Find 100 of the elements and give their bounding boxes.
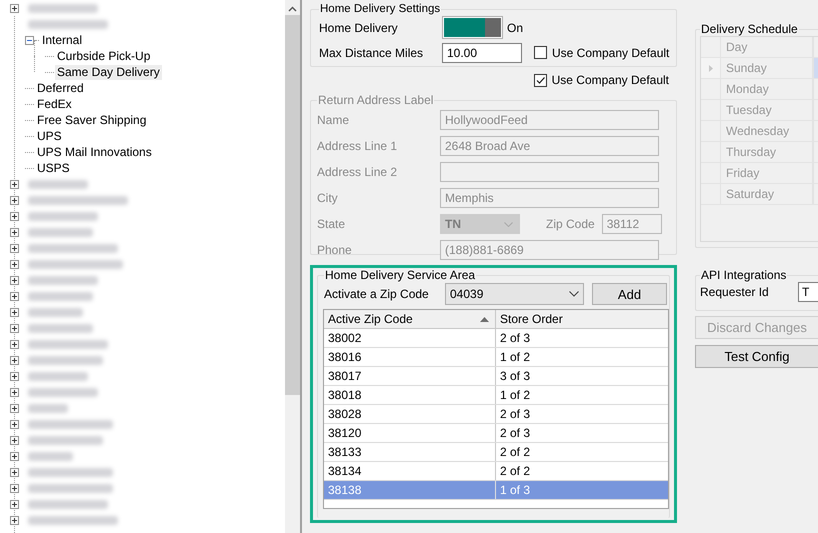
toggle-switch[interactable] [442,16,503,39]
table-cell-text: 1 of 3 [499,482,532,499]
scrollbar-thumb[interactable] [285,15,300,395]
group-title: API Integrations [700,268,788,282]
table-cell: 38017 [324,367,496,385]
toggle-state: On [507,20,524,34]
expand-icon[interactable] [10,372,19,380]
table-cell-text: 2 of 2 [499,463,532,480]
checkbox-label[interactable]: Use Company Default [552,73,669,87]
blurred-text [28,404,68,412]
tree-item[interactable]: USPS [35,160,72,176]
row-pointer-icon [708,64,712,72]
chevron-down-icon [569,291,579,297]
table-cell-text: 2 of 3 [499,330,532,347]
table-row[interactable]: 38018 1 of 2 [324,386,668,405]
table-cell: 38134 [324,462,496,480]
blurred-text [28,372,88,380]
group-title: Home Delivery Settings [319,3,442,15]
chevron-down-icon [504,222,513,226]
field-label: City [317,191,339,205]
table-row[interactable]: 38002 2 of 3 [324,329,668,348]
blurred-text [28,292,93,300]
text-field[interactable]: 10.00 [442,42,522,62]
blurred-text [28,180,88,188]
field-label: Address Line 2 [317,165,398,179]
table-cell: 38138 [324,481,496,499]
table-cell-text: 2 of 3 [499,406,532,423]
expand-icon[interactable] [10,468,19,476]
blurred-text [28,308,83,316]
expand-icon[interactable] [10,308,19,316]
text-field[interactable]: T [798,282,818,302]
table-cell: Thursday [721,142,813,162]
expand-icon[interactable] [10,244,19,252]
table-row[interactable]: 38017 3 of 3 [324,367,668,386]
checkbox-label[interactable]: Use Company Default [552,46,670,60]
table-cell-text: 2 of 2 [499,444,532,461]
expand-icon[interactable] [10,292,19,300]
field-label: Zip Code [546,217,595,231]
checkbox[interactable] [534,46,547,59]
group-title: Delivery Schedule [700,22,799,36]
field-label: Name [317,113,350,127]
field-label: Activate a Zip Code [324,287,430,301]
blurred-text [28,276,98,284]
tree-item[interactable]: FedEx [35,96,74,112]
expand-icon[interactable] [10,356,19,364]
expand-icon[interactable] [10,500,19,508]
action-button[interactable]: Test Config [695,345,818,368]
expand-icon[interactable] [10,4,19,12]
table-cell: Tuesday [721,100,813,120]
field-label: Max Distance Miles [319,46,424,60]
table-cell: 38028 [324,405,496,423]
tree-item[interactable]: UPS [35,128,64,144]
zip-dropdown[interactable]: 04039 [445,283,584,305]
expand-icon[interactable] [10,420,19,428]
expand-icon[interactable] [10,212,19,220]
checkbox[interactable] [534,74,547,86]
table-cell: Saturday [721,184,813,204]
expand-icon[interactable] [10,324,19,332]
scroll-up-icon[interactable] [288,6,297,12]
blurred-text [28,4,98,12]
table-cell: 38016 [324,348,496,366]
table-cell-text: 1 of 2 [499,349,532,366]
table-row[interactable]: 38133 2 of 2 [324,443,668,462]
column-header[interactable]: Store Order [496,310,668,328]
tree-item[interactable]: Same Day Delivery [55,64,162,80]
table-cell-text: 3 of 3 [499,368,532,385]
collapse-icon[interactable] [25,36,34,44]
table-cell: Wednesday [721,121,813,141]
add-button[interactable]: Add [592,283,667,305]
field-label: Home Delivery [319,20,399,34]
expand-icon[interactable] [10,196,19,204]
field-label: Requester Id [700,285,770,299]
table-cell-text: 1 of 2 [499,387,532,404]
blurred-text [28,452,73,460]
expand-icon[interactable] [10,404,19,412]
blurred-text [28,228,93,236]
tree-item[interactable]: Deferred [35,80,86,96]
group-title: Home Delivery Service Area [324,268,476,282]
expand-icon[interactable] [10,276,19,284]
column-header[interactable]: Active Zip Code [324,310,496,328]
expand-icon[interactable] [10,452,19,460]
expand-icon[interactable] [10,388,19,396]
table-row[interactable]: 38120 2 of 3 [324,424,668,443]
expand-icon[interactable] [10,340,19,348]
table-cell: Monday [721,79,813,99]
table-row[interactable]: 38028 2 of 3 [324,405,668,424]
tree-item[interactable]: Curbside Pick-Up [55,48,152,64]
field-label: State [317,217,346,231]
tree-item[interactable]: Internal [40,32,84,48]
expand-icon[interactable] [10,436,19,444]
blurred-text [28,212,98,220]
table-row[interactable]: 38016 1 of 2 [324,348,668,367]
tree-item[interactable]: Free Saver Shipping [35,112,148,128]
expand-icon[interactable] [10,180,19,188]
blurred-text [28,324,93,332]
expand-icon[interactable] [10,516,19,524]
expand-icon[interactable] [10,228,19,236]
expand-icon[interactable] [10,260,19,268]
expand-icon[interactable] [10,484,19,492]
tree-item[interactable]: UPS Mail Innovations [35,144,154,160]
